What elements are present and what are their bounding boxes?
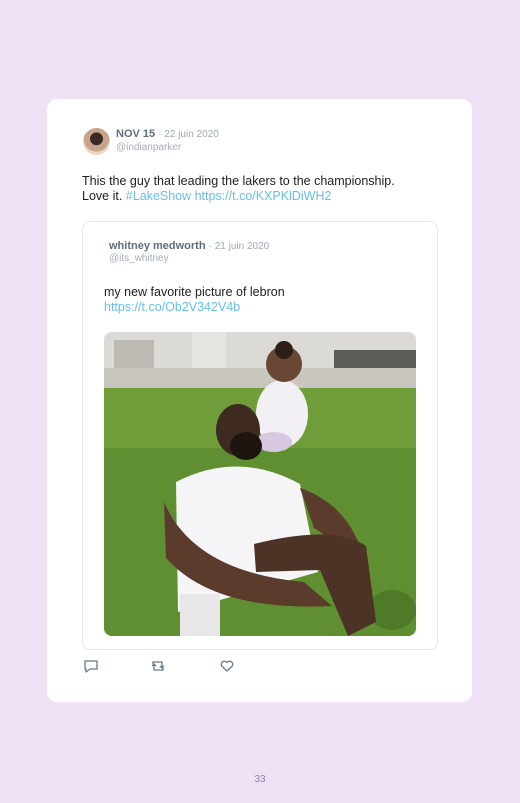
quoted-author-handle[interactable]: @its_whitney <box>109 253 169 264</box>
author-header: NOV 15 · 22 juin 2020 <box>116 128 219 140</box>
like-icon[interactable] <box>219 658 235 674</box>
quoted-tweet-text: my new favorite picture of lebron https:… <box>104 285 424 315</box>
tweet-text-prefix: Love it. <box>82 189 123 203</box>
quoted-tweet[interactable]: whitney medworth · 21 juin 2020 @its_whi… <box>82 221 438 650</box>
author-avatar[interactable] <box>83 128 110 155</box>
photo-illustration <box>104 332 416 636</box>
page-number: 33 <box>254 774 266 785</box>
tweet-url-link[interactable]: https://t.co/KXPKlDiWH2 <box>195 189 332 203</box>
author-name[interactable]: NOV 15 <box>116 128 155 140</box>
reply-icon[interactable] <box>83 658 99 674</box>
retweet-icon[interactable] <box>150 658 166 674</box>
quoted-tweet-date[interactable]: · 21 juin 2020 <box>209 241 270 252</box>
quoted-author-name[interactable]: whitney medworth <box>109 240 206 252</box>
quoted-tweet-photo[interactable] <box>104 332 416 636</box>
tweet-text-line: This the guy that leading the lakers to … <box>82 174 395 188</box>
tweet-text: This the guy that leading the lakers to … <box>82 174 432 204</box>
quoted-author-header: whitney medworth · 21 juin 2020 <box>109 240 269 252</box>
hashtag-link[interactable]: #LakeShow <box>126 189 191 203</box>
quoted-text-line: my new favorite picture of lebron <box>104 285 285 299</box>
tweet-actions <box>83 658 243 674</box>
author-handle[interactable]: @indianparker <box>116 142 181 153</box>
tweet-card: NOV 15 · 22 juin 2020 @indianparker This… <box>47 99 472 702</box>
tweet-text-line-2: Love it. #LakeShow https://t.co/KXPKlDiW… <box>82 189 432 204</box>
tweet-date[interactable]: · 22 juin 2020 <box>158 129 219 140</box>
quoted-url-link[interactable]: https://t.co/Ob2V342V4b <box>104 300 424 315</box>
